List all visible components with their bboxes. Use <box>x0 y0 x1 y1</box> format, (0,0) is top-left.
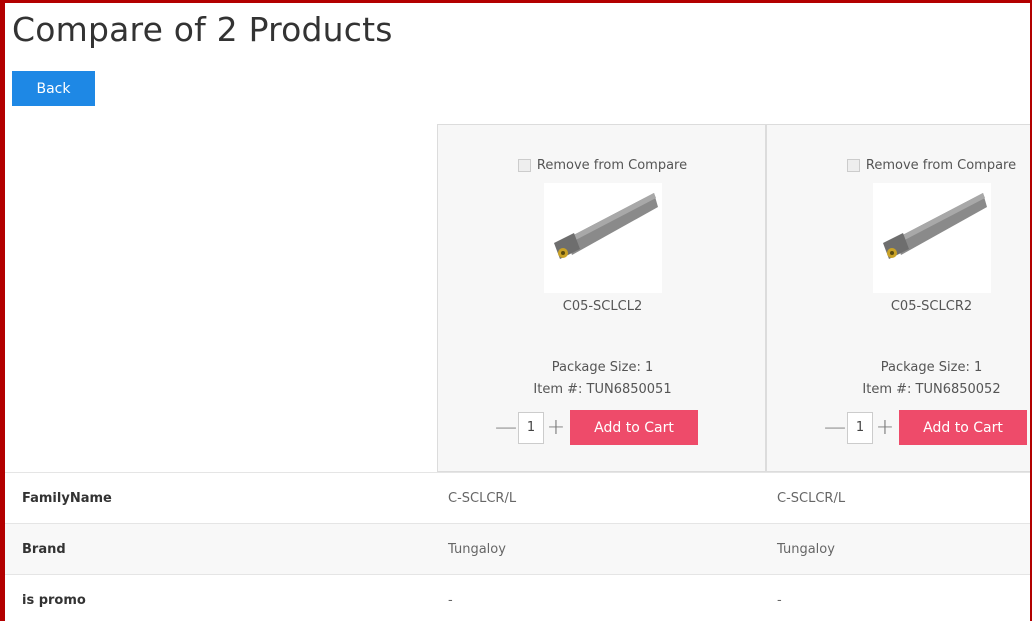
product-name[interactable]: C05-SCLCL2 <box>438 299 767 314</box>
page-title: Compare of 2 Products <box>12 10 393 49</box>
add-to-cart-button[interactable]: Add to Cart <box>570 410 698 445</box>
remove-label: Remove from Compare <box>865 158 1017 173</box>
attribute-value: - <box>448 593 453 608</box>
package-size: Package Size: 1 <box>880 360 983 375</box>
package-size: Package Size: 1 <box>551 360 654 375</box>
attribute-value: C-SCLCR/L <box>448 491 517 506</box>
attribute-label: is promo <box>22 593 86 608</box>
attribute-row-family-name: FamilyName C-SCLCR/L C-SCLCR/L <box>5 472 1032 523</box>
quantity-input[interactable]: 1 <box>847 411 873 444</box>
product-image[interactable] <box>544 183 662 293</box>
plus-icon[interactable]: + <box>875 410 895 445</box>
remove-checkbox[interactable] <box>846 159 860 172</box>
attribute-value: - <box>777 593 782 608</box>
attribute-label: Brand <box>22 542 66 557</box>
back-button[interactable]: Back <box>12 71 95 106</box>
remove-from-compare-1[interactable]: Remove from Compare <box>438 158 767 173</box>
remove-from-compare-2[interactable]: Remove from Compare <box>767 158 1032 173</box>
quantity-stepper: — 1 + Add to Cart <box>824 410 1027 445</box>
product-image[interactable] <box>873 183 991 293</box>
product-card-1: Remove from Compare C05-SCLCL2 Package S… <box>437 124 766 472</box>
remove-label: Remove from Compare <box>536 158 688 173</box>
quantity-input[interactable]: 1 <box>518 411 544 444</box>
add-to-cart-button[interactable]: Add to Cart <box>899 410 1027 445</box>
attribute-value: C-SCLCR/L <box>777 491 846 506</box>
attribute-row-is-promo: is promo - - <box>5 574 1032 625</box>
minus-icon[interactable]: — <box>495 410 517 445</box>
remove-checkbox[interactable] <box>517 159 531 172</box>
item-number: Item #: TUN6850051 <box>533 382 672 397</box>
attribute-value: Tungaloy <box>448 542 506 557</box>
item-number: Item #: TUN6850052 <box>862 382 1001 397</box>
plus-icon[interactable]: + <box>546 410 566 445</box>
product-card-2: Remove from Compare C05-SCLCR2 Package S… <box>766 124 1032 472</box>
attribute-value: Tungaloy <box>777 542 835 557</box>
minus-icon[interactable]: — <box>824 410 846 445</box>
attribute-label: FamilyName <box>22 491 112 506</box>
quantity-stepper: — 1 + Add to Cart <box>495 410 698 445</box>
attribute-row-brand: Brand Tungaloy Tungaloy <box>5 523 1032 574</box>
product-name[interactable]: C05-SCLCR2 <box>767 299 1032 314</box>
